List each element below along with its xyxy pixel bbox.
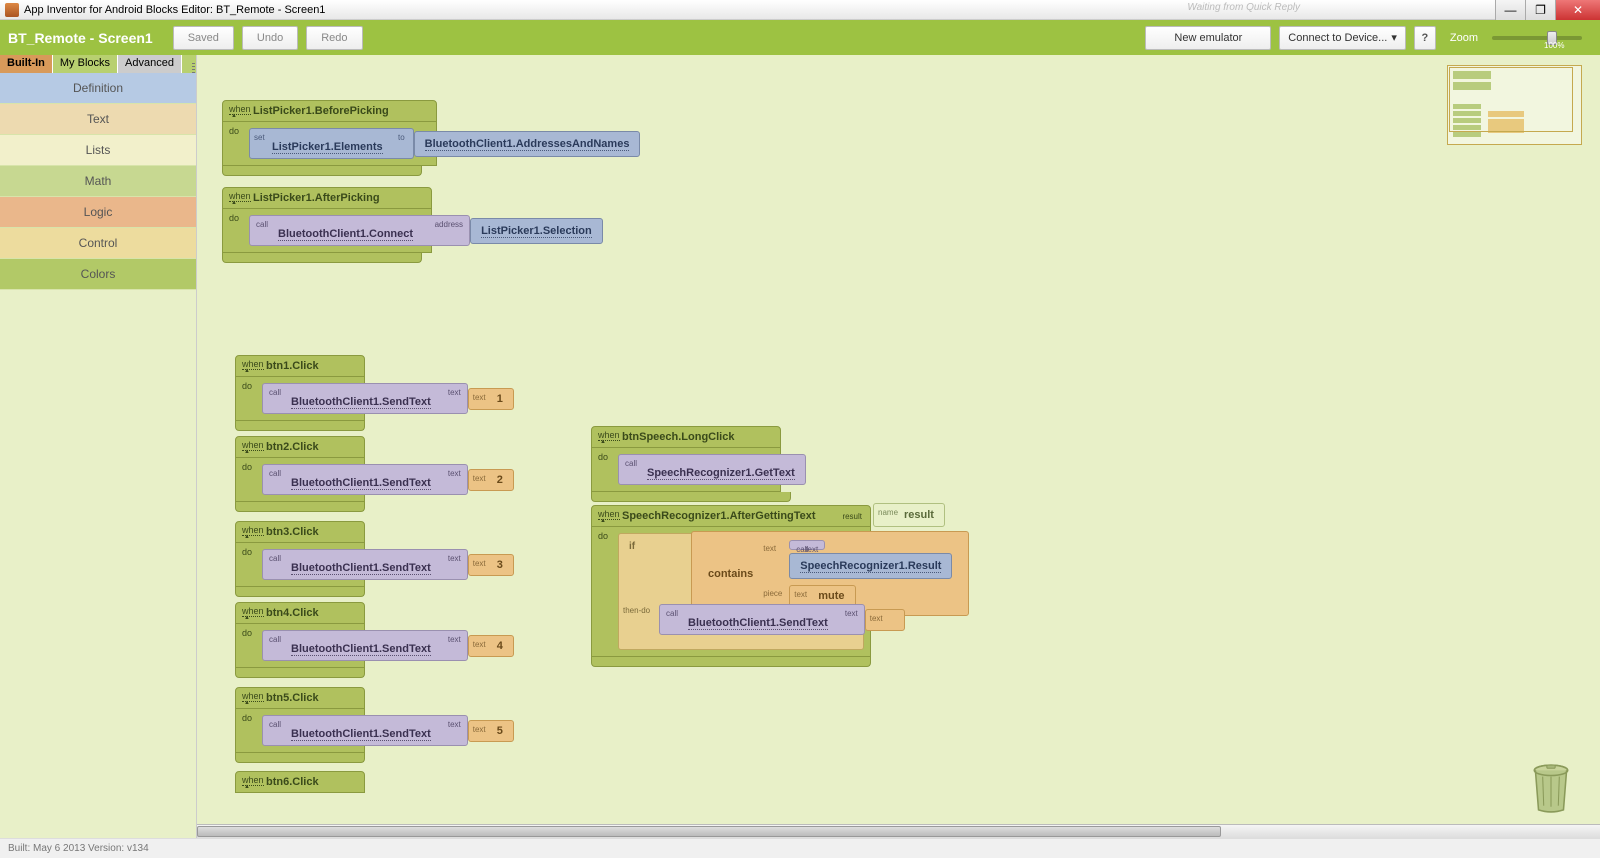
chevron-down-icon: ▾ — [1391, 31, 1397, 44]
cat-lists[interactable]: Lists — [0, 135, 196, 166]
sidebar: Built-In My Blocks Advanced Definition T… — [0, 55, 197, 838]
sidebar-resize-handle[interactable] — [190, 55, 196, 838]
event-name: btn6.Click — [266, 776, 319, 788]
minimap[interactable] — [1447, 65, 1582, 145]
property-name: ListPicker1.Elements — [272, 133, 383, 154]
help-button[interactable]: ? — [1414, 26, 1436, 50]
when-block-btnspeech-longclick[interactable]: when btnSpeech.LongClick do call SpeechR… — [591, 426, 791, 502]
window-titlebar: App Inventor for Android Blocks Editor: … — [0, 0, 1600, 20]
event-name: btn1.Click — [266, 360, 319, 372]
method-name: BluetoothClient1.SendText — [291, 635, 431, 656]
redo-button[interactable]: Redo — [306, 26, 362, 50]
scrollbar-thumb[interactable] — [197, 826, 1221, 837]
name-block[interactable]: name result — [873, 503, 945, 527]
call-block[interactable]: callBluetoothClient1.SendTexttext — [262, 549, 468, 580]
project-title: BT_Remote - Screen1 — [8, 30, 153, 46]
method-name: SpeechRecognizer1.GetText — [647, 459, 795, 480]
text-value: 5 — [497, 725, 503, 737]
get-block[interactable]: SpeechRecognizer1.Result — [789, 553, 952, 579]
when-keyword: when — [229, 104, 251, 115]
new-emulator-button[interactable]: New emulator — [1145, 26, 1271, 50]
event-name: SpeechRecognizer1.AfterGettingText — [622, 510, 816, 522]
when-block-btn6-click[interactable]: whenbtn6.Click — [235, 771, 365, 793]
method-name: BluetoothClient1.Connect — [278, 220, 413, 241]
cat-math[interactable]: Math — [0, 166, 196, 197]
when-block-afterpicking[interactable]: when ListPicker1.AfterPicking do call Bl… — [222, 187, 432, 263]
trash-icon[interactable] — [1530, 762, 1572, 814]
cat-colors[interactable]: Colors — [0, 259, 196, 290]
maximize-button[interactable]: ❐ — [1525, 0, 1555, 20]
property-name: ListPicker1.Selection — [481, 225, 592, 238]
cat-logic[interactable]: Logic — [0, 197, 196, 228]
zoom-slider[interactable]: 100% — [1492, 36, 1582, 40]
when-block-btn2-click[interactable]: whenbtn2.ClickdocallBluetoothClient1.Sen… — [235, 436, 365, 512]
when-block-btn1-click[interactable]: whenbtn1.ClickdocallBluetoothClient1.Sen… — [235, 355, 365, 431]
method-name: BluetoothClient1.SendText — [291, 554, 431, 575]
get-block[interactable]: BluetoothClient1.AddressesAndNames — [414, 131, 641, 157]
blocks-canvas[interactable]: when ListPicker1.BeforePicking do set Li… — [197, 55, 1600, 838]
event-name: btnSpeech.LongClick — [622, 431, 734, 443]
call-block[interactable]: call BluetoothClient1.Connect address — [249, 215, 470, 246]
footer-build-info: Built: May 6 2013 Version: v134 — [0, 838, 1600, 858]
if-block[interactable]: if test contains text call — [618, 533, 864, 650]
method-name: BluetoothClient1.SendText — [291, 388, 431, 409]
property-name: BluetoothClient1.AddressesAndNames — [425, 138, 630, 151]
when-block-btn3-click[interactable]: whenbtn3.ClickdocallBluetoothClient1.Sen… — [235, 521, 365, 597]
zoom-percent: 100% — [1544, 41, 1564, 50]
event-name: btn2.Click — [266, 441, 319, 453]
do-keyword: do — [229, 126, 239, 136]
call-block[interactable]: callBluetoothClient1.SendTexttext — [262, 383, 468, 414]
tab-advanced[interactable]: Advanced — [118, 55, 182, 73]
tab-builtin[interactable]: Built-In — [0, 55, 53, 73]
sidebar-tabs: Built-In My Blocks Advanced — [0, 55, 196, 73]
text-value: 3 — [497, 559, 503, 571]
saved-button[interactable]: Saved — [173, 26, 234, 50]
text-value: 4 — [497, 640, 503, 652]
minimize-button[interactable]: — — [1495, 0, 1525, 20]
text-value: 2 — [497, 474, 503, 486]
cat-control[interactable]: Control — [0, 228, 196, 259]
when-block-beforepicking[interactable]: when ListPicker1.BeforePicking do set Li… — [222, 100, 437, 176]
tab-myblocks[interactable]: My Blocks — [53, 55, 118, 73]
event-name: ListPicker1.AfterPicking — [253, 192, 380, 204]
text-block[interactable]: text2 — [468, 469, 514, 491]
when-block-btn4-click[interactable]: whenbtn4.ClickdocallBluetoothClient1.Sen… — [235, 602, 365, 678]
minimap-viewport[interactable] — [1449, 67, 1573, 132]
toolbar: BT_Remote - Screen1 Saved Undo Redo New … — [0, 20, 1600, 55]
event-name: ListPicker1.BeforePicking — [253, 105, 389, 117]
text-block[interactable]: text4 — [468, 635, 514, 657]
cat-definition[interactable]: Definition — [0, 73, 196, 104]
ghost-tab: Waiting from Quick Reply — [1187, 2, 1300, 13]
when-block-btn5-click[interactable]: whenbtn5.ClickdocallBluetoothClient1.Sen… — [235, 687, 365, 763]
text-value: 1 — [497, 393, 503, 405]
window-controls: — ❐ ✕ — [1495, 0, 1600, 20]
cat-text[interactable]: Text — [0, 104, 196, 135]
java-icon — [5, 3, 19, 17]
method-name: BluetoothClient1.SendText — [291, 469, 431, 490]
call-block[interactable]: callBluetoothClient1.SendTexttext — [262, 464, 468, 495]
get-block[interactable]: ListPicker1.Selection — [470, 218, 603, 244]
event-name: btn4.Click — [266, 607, 319, 619]
when-block-aftergettingtext[interactable]: when SpeechRecognizer1.AfterGettingText … — [591, 505, 871, 667]
close-button[interactable]: ✕ — [1555, 0, 1600, 20]
horizontal-scrollbar[interactable] — [197, 824, 1600, 838]
call-block[interactable]: call text — [789, 540, 825, 550]
call-block[interactable]: callBluetoothClient1.SendTexttext — [262, 630, 468, 661]
call-block[interactable]: call SpeechRecognizer1.GetText — [618, 454, 806, 485]
text-block[interactable]: text3 — [468, 554, 514, 576]
call-block[interactable]: callBluetoothClient1.SendTexttext — [262, 715, 468, 746]
event-name: btn5.Click — [266, 692, 319, 704]
text-block[interactable]: text5 — [468, 720, 514, 742]
set-block[interactable]: set ListPicker1.Elements to — [249, 128, 414, 159]
undo-button[interactable]: Undo — [242, 26, 298, 50]
method-name: BluetoothClient1.SendText — [291, 720, 431, 741]
text-block[interactable]: text1 — [468, 388, 514, 410]
connect-device-button[interactable]: Connect to Device... ▾ — [1279, 26, 1406, 50]
call-block[interactable]: call BluetoothClient1.SendText text — [659, 604, 865, 635]
text-block[interactable]: text — [865, 609, 905, 631]
window-title: App Inventor for Android Blocks Editor: … — [24, 4, 325, 16]
zoom-label: Zoom — [1450, 32, 1478, 44]
var-name: result — [904, 509, 934, 521]
event-name: btn3.Click — [266, 526, 319, 538]
